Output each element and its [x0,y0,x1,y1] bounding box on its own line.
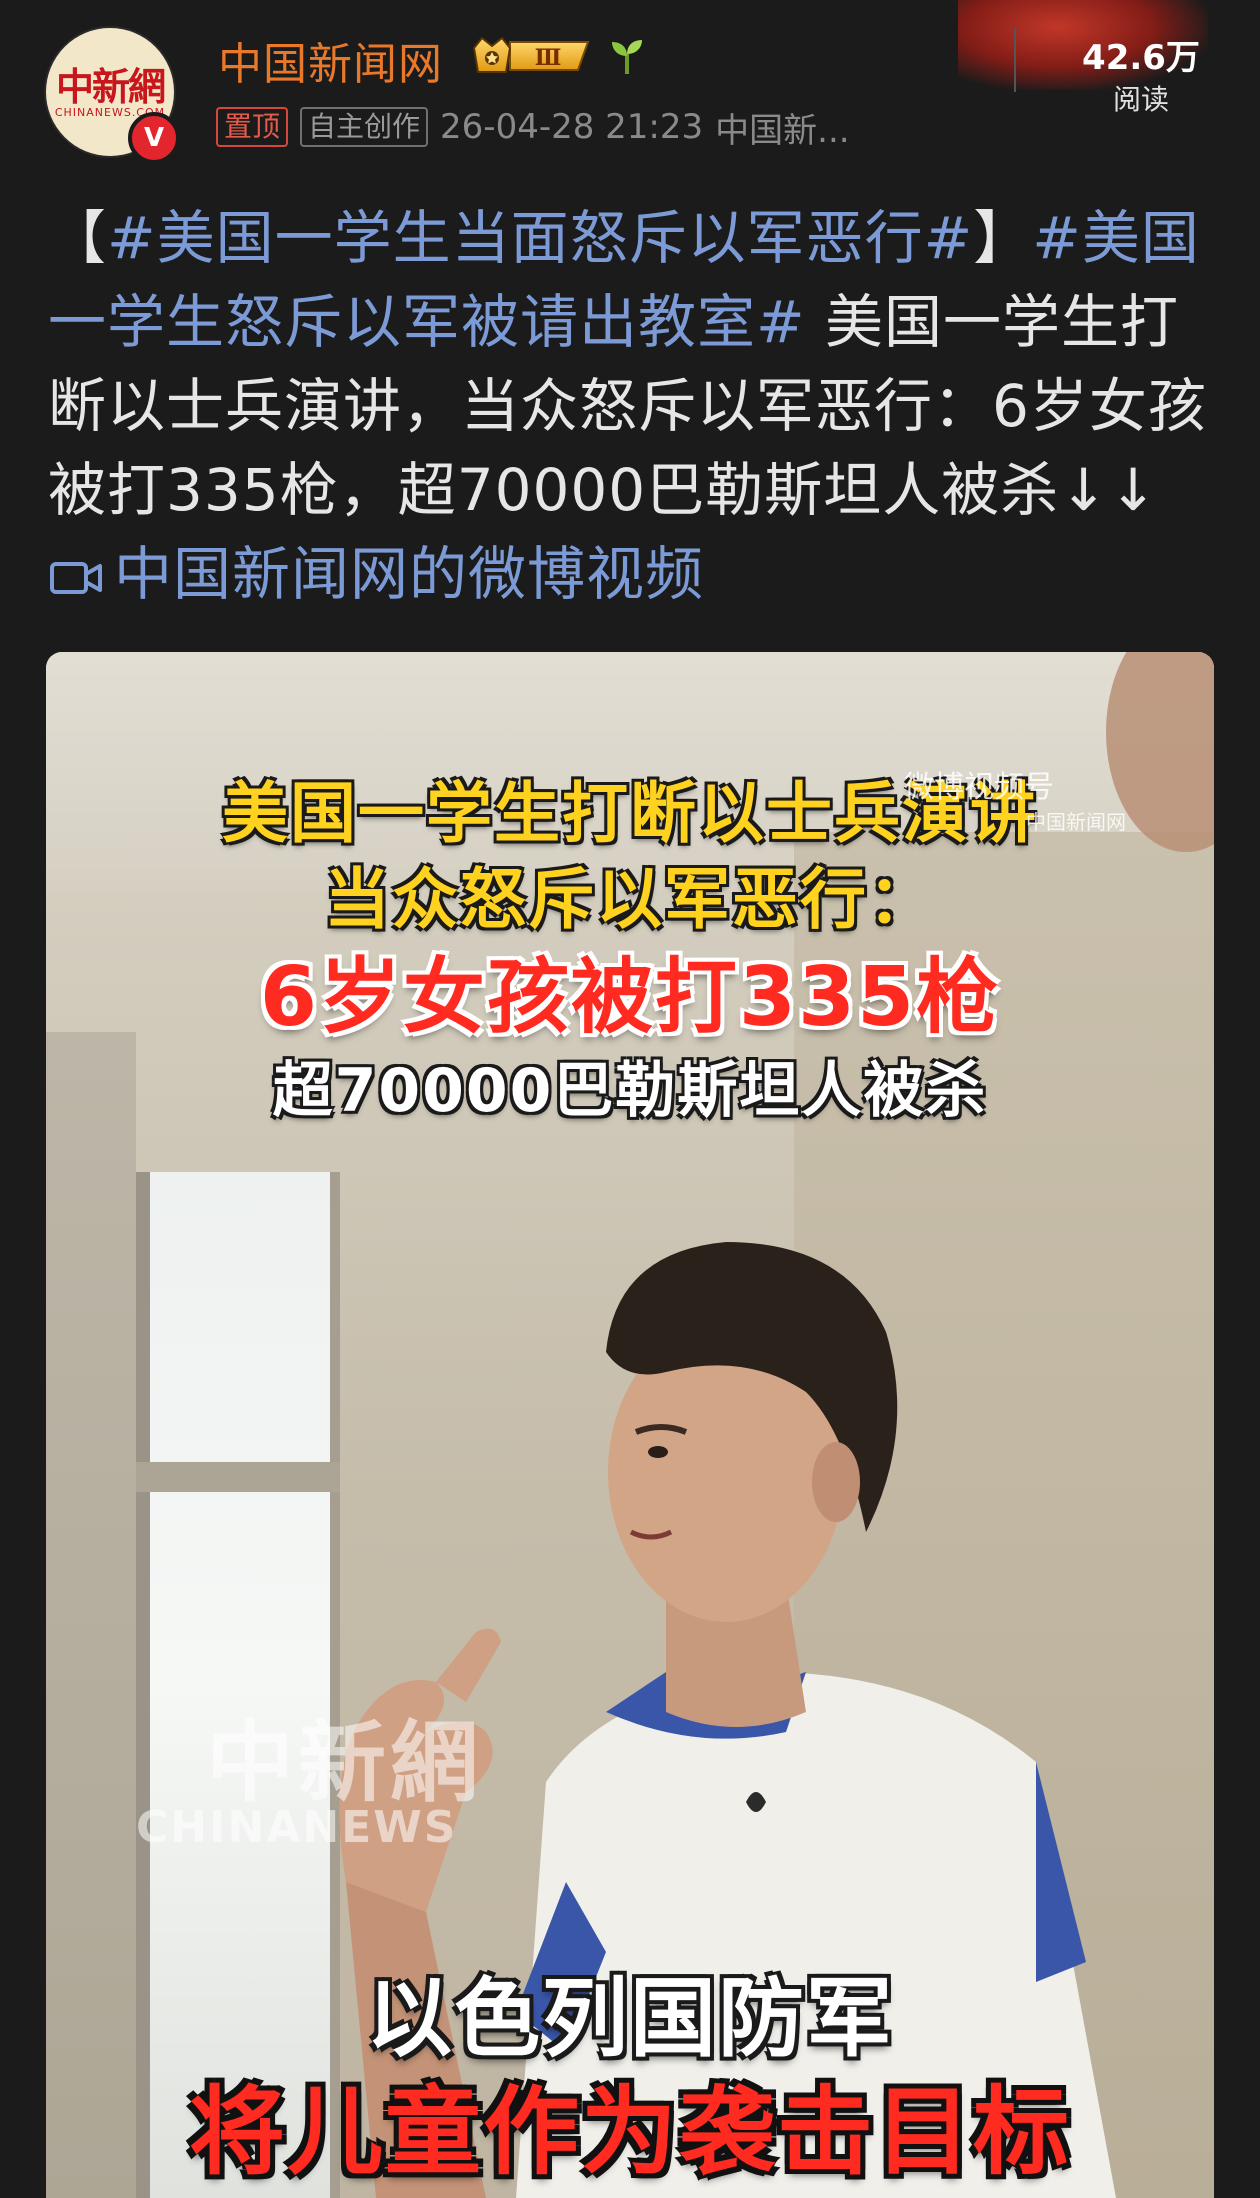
chinanews-watermark: 中新網 [206,1710,483,1814]
weibo-video-watermark-sub: 中国新闻网 [1026,810,1126,834]
post-source[interactable]: 中国新... [715,103,849,152]
reads-label: 阅读 [1112,83,1169,116]
verified-icon: V [128,112,180,164]
video-headline-line-3: 6岁女孩被打335枪 [259,950,1001,1045]
post-text: 【#美国一学生当面怒斥以军恶行#】#美国一学生怒斥以军被请出教室# 美国一学生打… [48,196,1218,616]
video-headline-line-4: 超70000巴勒斯坦人被杀 [272,1056,988,1126]
chinanews-watermark-en: CHINANEWS [136,1802,458,1853]
bracket-open: 【 [48,204,108,272]
reads-count: 42.6万 [1082,38,1200,78]
video-player[interactable]: 美国一学生打断以士兵演讲 当众怒斥以军恶行： 6岁女孩被打335枪 超70000… [46,652,1214,2198]
reads-divider [1014,28,1016,92]
video-camera-icon [50,562,102,594]
original-creation-tag: 自主创作 [300,107,429,147]
username[interactable]: 中国新闻网 [218,28,443,92]
video-link-label: 中国新闻网的微博视频 [114,540,705,608]
bracket-close: 】 [973,204,1033,272]
member-level-badge-icon[interactable]: Ⅲ [470,34,596,78]
video-headline-line-2: 当众怒斥以军恶行： [324,861,936,938]
hashtag-link[interactable]: #美国一学生当面怒斥以军恶行# [107,204,973,272]
video-subtitle-line-2: 将儿童作为袭击目标 [189,2076,1071,2188]
member-level-text: Ⅲ [535,45,562,71]
video-link[interactable]: 中国新闻网的微博视频 [48,540,704,608]
weibo-post-page: 中新網 CHINANEWS.COM V 中国新闻网 Ⅲ 置顶 自主创作 26-0… [0,0,1260,2198]
sprout-icon [612,40,642,74]
weibo-video-watermark: 微博视频号 [904,770,1054,805]
post-timestamp: 26-04-28 21:23 [440,107,704,147]
avatar-logo-text: 中新網 [55,64,166,109]
post-meta-row: 置顶 自主创作 26-04-28 21:23 中国新... [216,103,850,152]
pinned-tag: 置顶 [216,107,289,147]
